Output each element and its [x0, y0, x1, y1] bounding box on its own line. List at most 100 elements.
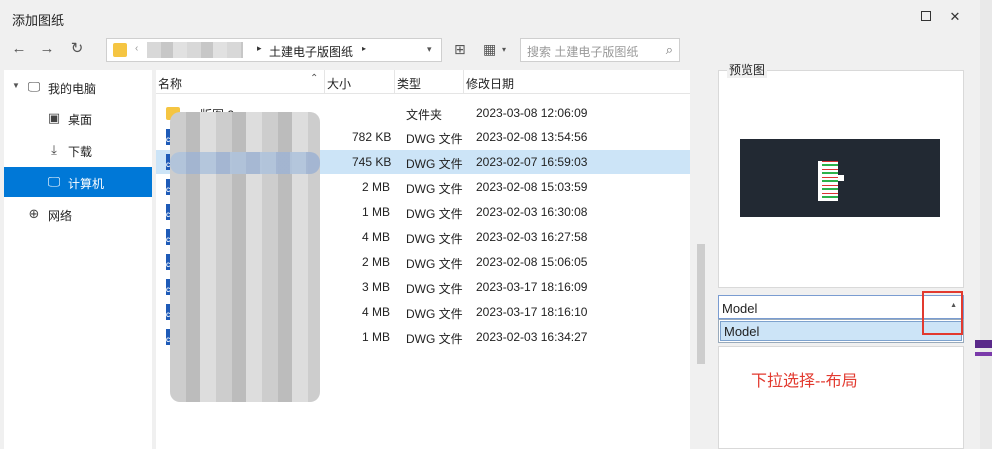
table-row[interactable]: CAD v23.3... 4 MB DWG 文件 2023-03-17 18:1… [156, 300, 690, 324]
back-button[interactable]: ← [10, 40, 28, 58]
close-button[interactable]: ✕ [948, 10, 962, 24]
file-name: 结构图... [272, 332, 319, 346]
preview-label: 预览图 [727, 61, 768, 78]
column-header-size[interactable]: 大小 [327, 75, 351, 92]
column-divider[interactable] [324, 70, 325, 94]
preview-frame [718, 70, 964, 288]
column-header-modified[interactable]: 修改日期 [466, 75, 514, 92]
dwg-file-icon: CAD [166, 279, 180, 295]
drawing-thumbnail-graphic [818, 161, 838, 201]
address-current-folder[interactable]: 土建电子版图纸 [269, 43, 353, 60]
file-size: 4 MB [362, 305, 391, 319]
chevron-down-icon[interactable]: ▾ [502, 45, 506, 54]
dwg-file-icon: CAD [166, 254, 180, 270]
file-modified: 2023-03-17 18:16:09 [476, 280, 588, 294]
file-type: DWG 文件 [406, 182, 463, 196]
file-size: 2 MB [362, 255, 391, 269]
table-row[interactable]: CAD 终稿v23... 1 MB DWG 文件 2023-02-03 16:3… [156, 200, 690, 224]
file-type: DWG 文件 [406, 232, 463, 246]
dwg-file-icon: CAD [166, 229, 180, 245]
file-name: 3.3.dwg [272, 280, 315, 294]
navigation-sidebar: ▼ 🖵 我的电脑 ▣ 桌面 ⤓ 下载 🖵 计算机 ⊕ 网络 [4, 70, 152, 449]
column-divider[interactable] [463, 70, 464, 94]
file-name: ）v23.2... [266, 157, 318, 171]
column-header-name[interactable]: 名称 [158, 75, 182, 92]
layout-option-label: Model [724, 324, 760, 339]
file-size: 3 MB [362, 280, 391, 294]
background-window-edge [975, 340, 992, 348]
maximize-button[interactable] [919, 10, 933, 24]
blurred-path-segment [147, 42, 243, 58]
file-modified: 2023-02-03 16:27:58 [476, 230, 588, 244]
new-folder-button[interactable]: ⊞ [454, 41, 466, 58]
sidebar-item-my-computer[interactable]: ▼ 🖵 我的电脑 [4, 72, 152, 102]
chevron-right-icon[interactable]: ▸ [362, 44, 366, 53]
file-modified: 2023-02-03 16:30:08 [476, 205, 588, 219]
file-name: v23.2... [278, 255, 318, 269]
address-bar[interactable]: ‹ ▸ 土建电子版图纸 ▸ ▾ [106, 38, 442, 62]
folder-icon [113, 43, 127, 57]
file-modified: 2023-02-08 15:03:59 [476, 180, 588, 194]
column-header-type[interactable]: 类型 [397, 75, 421, 92]
chevron-down-icon[interactable]: ▾ [427, 44, 432, 55]
file-type: DWG 文件 [406, 257, 463, 271]
file-name: 终稿v23... [266, 182, 320, 196]
sidebar-item-network[interactable]: ⊕ 网络 [4, 199, 152, 229]
file-type: DWG 文件 [406, 282, 463, 296]
forward-button[interactable]: → [38, 40, 56, 58]
table-row[interactable]: CAD ）v23.2... 782 KB DWG 文件 2023-02-08 1… [156, 125, 690, 149]
table-row[interactable]: CAD 3.3.dwg 3 MB DWG 文件 2023-03-17 18:16… [156, 275, 690, 299]
sidebar-item-label: 计算机 [68, 177, 105, 191]
file-name: ）v23.2... [266, 132, 318, 146]
table-row[interactable]: CAD v23.2.d... 4 MB DWG 文件 2023-02-03 16… [156, 225, 690, 249]
desktop-icon: ▣ [47, 110, 61, 125]
computer-icon: 🖵 [27, 79, 41, 94]
file-modified: 2023-03-17 18:16:10 [476, 305, 588, 319]
file-type: DWG 文件 [406, 132, 463, 146]
sort-ascending-icon: ⌃ [310, 73, 319, 84]
search-icon: ⌕ [665, 42, 673, 57]
search-input[interactable]: 搜索 土建电子版图纸 [527, 43, 638, 60]
cad-icon: CAD [166, 263, 179, 269]
view-mode-button[interactable]: ▦ [483, 41, 496, 58]
search-box[interactable]: 搜索 土建电子版图纸 ⌕ [520, 38, 680, 62]
dwg-file-icon: CAD [166, 329, 180, 345]
file-name: 版图 2 [200, 108, 235, 122]
file-modified: 2023-02-08 13:54:56 [476, 130, 588, 144]
vertical-scrollbar[interactable] [697, 76, 705, 449]
file-type: DWG 文件 [406, 332, 463, 346]
sidebar-item-desktop[interactable]: ▣ 桌面 [4, 103, 152, 133]
cad-icon: CAD [166, 238, 179, 244]
layout-select-value: Model [722, 301, 758, 316]
sidebar-item-label: 下载 [68, 145, 93, 159]
table-row[interactable]: CAD 结构图... 1 MB DWG 文件 2023-02-03 16:34:… [156, 325, 690, 349]
dwg-file-icon: CAD [166, 154, 180, 170]
annotation-highlight-box [922, 291, 963, 335]
table-row[interactable]: CAD 终稿v23... 2 MB DWG 文件 2023-02-08 15:0… [156, 175, 690, 199]
scrollbar-thumb[interactable] [697, 244, 705, 364]
chevron-right-icon[interactable]: ▸ [257, 43, 262, 54]
background-window-edge [980, 0, 992, 449]
chevron-down-icon[interactable]: ▼ [12, 81, 20, 90]
drawing-thumbnail-graphic [838, 175, 844, 181]
file-type: DWG 文件 [406, 307, 463, 321]
sidebar-item-downloads[interactable]: ⤓ 下载 [4, 135, 152, 165]
maximize-icon [921, 11, 931, 21]
table-row[interactable]: 版图 2 文件夹 2023-03-08 12:06:09 [156, 101, 690, 125]
file-size: 745 KB [352, 155, 392, 169]
column-divider[interactable] [394, 70, 395, 94]
sidebar-item-label: 网络 [48, 209, 73, 223]
table-row[interactable]: CAD v23.2... 2 MB DWG 文件 2023-02-08 15:0… [156, 250, 690, 274]
file-size: 1 MB [362, 330, 391, 344]
chevron-left-icon: ‹ [135, 43, 139, 54]
refresh-button[interactable]: ↻ [68, 40, 86, 58]
sidebar-item-computer[interactable]: 🖵 计算机 [4, 167, 152, 197]
table-row[interactable]: CAD ）v23.2... 745 KB DWG 文件 2023-02-07 1… [156, 150, 690, 174]
computer-icon: 🖵 [47, 174, 61, 189]
layout-info-box: 下拉选择--布局 [718, 346, 964, 449]
annotation-text: 下拉选择--布局 [751, 373, 858, 390]
add-drawing-dialog: 添加图纸 ✕ ← → ↻ ‹ ▸ 土建电子版图纸 ▸ ▾ ⊞ ▦ ▾ 搜索 土建… [0, 0, 980, 449]
cad-icon: CAD [166, 138, 179, 144]
file-list: 名称 ⌃ 大小 类型 修改日期 版图 2 文件夹 2023-03-08 12:0… [156, 70, 690, 449]
cad-icon: CAD [166, 213, 179, 219]
